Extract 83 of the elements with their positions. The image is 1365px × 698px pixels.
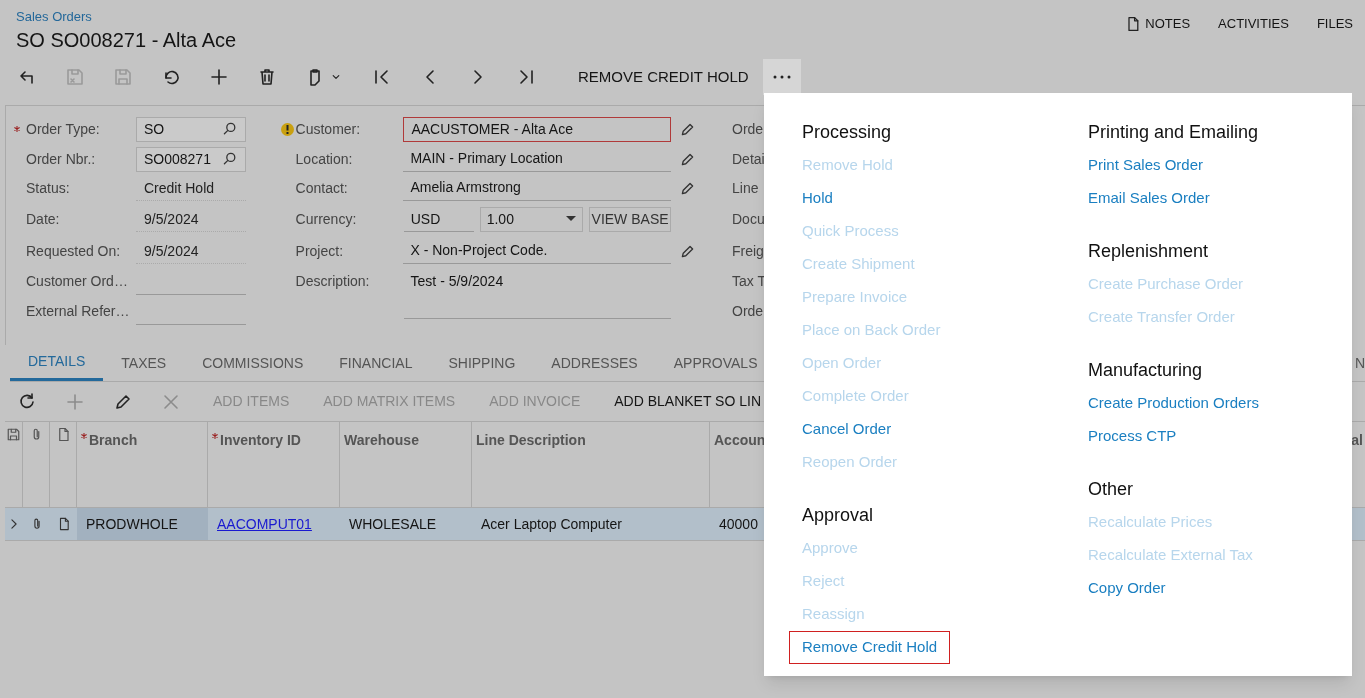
tab[interactable]: ADDRESSES [533, 345, 656, 381]
field-label: External Refer… [26, 301, 130, 321]
menu-item[interactable]: Create Production Orders [1088, 387, 1259, 420]
menu-item[interactable]: Print Sales Order [1088, 149, 1204, 182]
menu-section-heading: Other [1088, 478, 1135, 501]
menu-section-heading: Manufacturing [1088, 359, 1204, 382]
field-label: Line [732, 179, 759, 198]
table-cell: PRODWHOLE [77, 508, 208, 540]
table-cell-text: WHOLESALE [348, 514, 438, 534]
menu-section-heading: Replenishment [1088, 240, 1210, 263]
more-icon [771, 74, 792, 80]
column-header[interactable]: Line Description [476, 430, 586, 451]
field-label: Orde [732, 119, 764, 139]
table-cell-text: 40000 [718, 514, 759, 534]
menu-section-heading: Processing [802, 121, 893, 144]
tab[interactable]: DETAILS [10, 345, 104, 381]
menu-item[interactable]: Remove Credit Hold [789, 631, 951, 664]
tab[interactable]: FINANCIAL [321, 345, 431, 381]
field-value: 9/5/2024 [136, 238, 246, 264]
field-label: Order Type: [26, 119, 100, 139]
menu-item[interactable]: Copy Order [1088, 572, 1166, 605]
field-label: Description: [295, 272, 371, 291]
tab[interactable]: SHIPPING [430, 345, 534, 381]
field-label: Detai [732, 149, 765, 169]
column-header[interactable]: Inventory ID [220, 430, 301, 451]
edit-icon[interactable] [679, 180, 696, 197]
input-field[interactable]: X - Non-Project Code. [403, 238, 671, 264]
input-field[interactable]: AACUSTOMER - Alta Ace [403, 116, 671, 142]
plus-icon [65, 391, 85, 412]
field-label: Date: [26, 209, 60, 229]
column-header[interactable]: al [1351, 422, 1363, 507]
lookup-field[interactable]: SO [136, 116, 246, 142]
breadcrumb-link[interactable]: Sales Orders [16, 8, 237, 26]
field-label: Freig [732, 241, 764, 261]
more-button[interactable] [762, 59, 801, 95]
row-status-icon [6, 427, 21, 442]
header-link[interactable]: NOTES [1125, 14, 1191, 34]
description-field[interactable]: Test - 5/9/2024 [403, 271, 672, 319]
dropdown-caret-icon [565, 216, 576, 222]
plus-icon [209, 67, 229, 87]
field-label: Orde [732, 301, 764, 321]
field-label: Customer Ord… [26, 272, 128, 291]
input-field[interactable]: MAIN - Primary Location [403, 146, 671, 172]
menu-item[interactable]: Email Sales Order [1088, 182, 1210, 215]
field-label: Location: [295, 149, 354, 169]
header-link[interactable]: ACTIVITIES [1218, 14, 1289, 34]
field-label: Order Nbr.: [26, 149, 96, 169]
page-title: SO SO008271 - Alta Ace [16, 28, 237, 53]
field-label: Currency: [295, 209, 358, 229]
field-value: Credit Hold [136, 176, 246, 201]
column-header[interactable]: Branch [89, 430, 138, 451]
lookup-field[interactable]: SO008271 [136, 146, 246, 172]
field-label: Docu [732, 209, 765, 229]
header-link[interactable]: FILES [1316, 14, 1353, 34]
search-icon[interactable] [222, 151, 238, 167]
input-field[interactable]: Amelia Armstrong [403, 176, 671, 201]
inventory-link[interactable]: AACOMPUT01 [217, 513, 312, 535]
column-header[interactable]: Accoun [714, 430, 766, 451]
rate-dropdown[interactable]: 1.00 [479, 206, 583, 232]
column-header[interactable]: Warehouse [344, 430, 419, 451]
field-label: Customer: [295, 119, 362, 139]
table-cell-text: Acer Laptop Computer [480, 514, 623, 534]
field-value: 9/5/2024 [136, 206, 246, 232]
tab[interactable]: TAXES [103, 345, 185, 381]
currency-field[interactable]: USD [403, 206, 474, 232]
field-label: Status: [26, 179, 70, 198]
view-base-button[interactable]: VIEW BASE [588, 206, 672, 232]
grid-toolbar-button[interactable]: ADD BLANKET SO LIN [610, 391, 765, 412]
menu-section-heading: Printing and Emailing [1088, 121, 1260, 144]
remove-credit-hold-button[interactable]: REMOVE CREDIT HOLD [566, 59, 761, 95]
trash-icon [257, 67, 277, 87]
tab[interactable]: COMMISSIONS [184, 345, 322, 381]
field-label: Project: [295, 241, 345, 261]
save-close-icon [65, 67, 85, 87]
menu-item[interactable]: Cancel Order [802, 413, 892, 446]
field-label: Requested On: [26, 241, 121, 261]
menu-item[interactable]: Hold [802, 182, 833, 215]
field-label: Contact: [295, 179, 349, 198]
menu-item[interactable]: Process CTP [1088, 420, 1177, 453]
tab[interactable]: APPROVALS [655, 345, 776, 381]
tab[interactable]: N [1354, 352, 1365, 374]
search-icon[interactable] [222, 121, 238, 137]
save-icon [113, 67, 133, 87]
